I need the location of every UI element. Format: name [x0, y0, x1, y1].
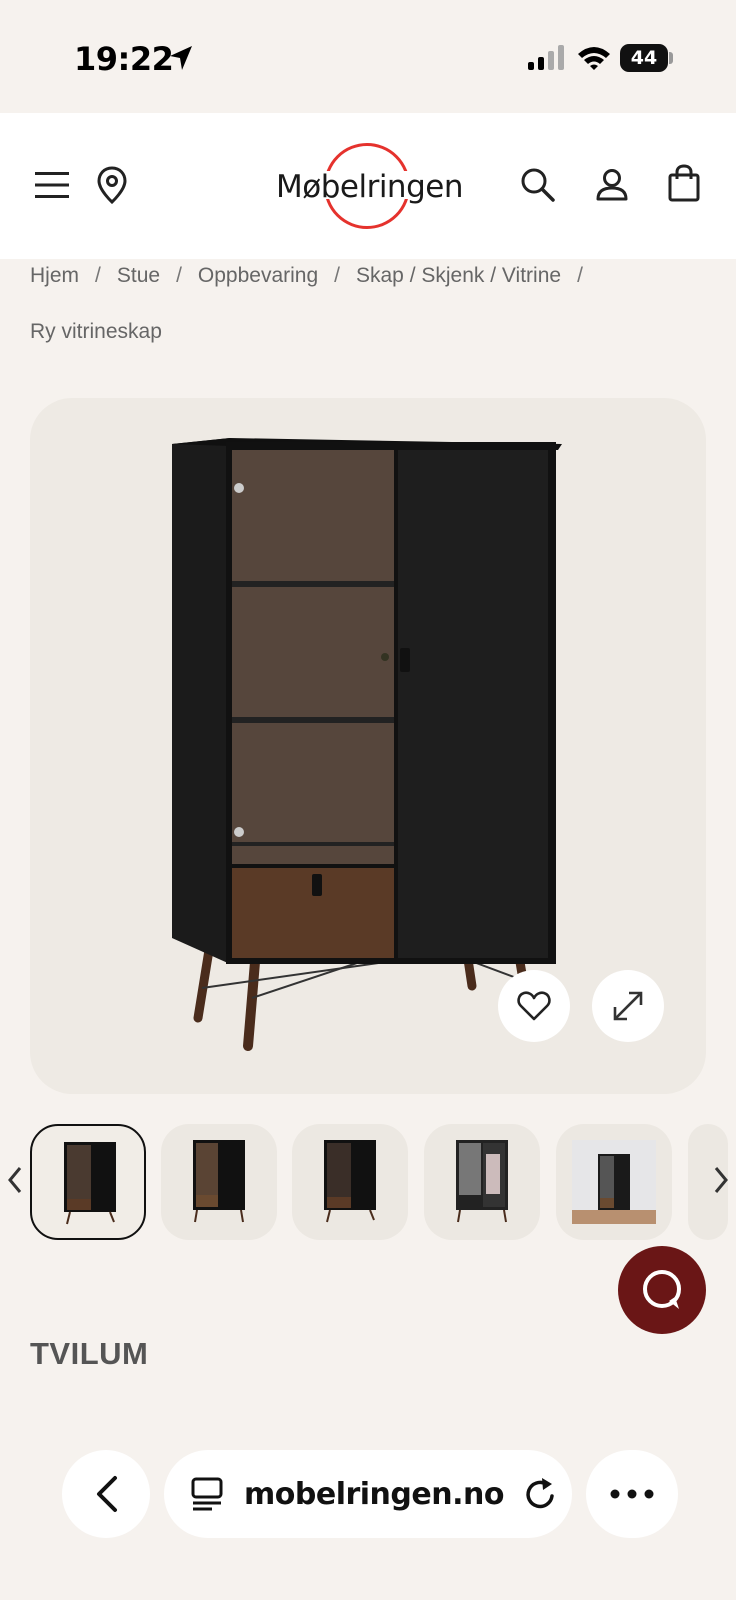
user-icon — [596, 169, 628, 201]
location-arrow-icon — [170, 46, 192, 70]
breadcrumb: Hjem / Stue / Oppbevaring / Skap / Skjen… — [30, 262, 720, 290]
product-image-gallery[interactable] — [30, 398, 706, 1094]
thumbnail-image — [64, 1142, 116, 1225]
chat-bubble-icon — [643, 1270, 681, 1309]
product-brand[interactable]: TVILUM — [30, 1336, 148, 1372]
battery-tip — [669, 52, 673, 64]
location-pin-icon — [97, 166, 127, 204]
store-locator-button[interactable] — [90, 163, 134, 207]
hamburger-menu-icon — [35, 172, 69, 198]
chevron-left-icon — [97, 1476, 117, 1512]
reload-icon[interactable] — [524, 1476, 558, 1512]
address-bar[interactable]: mobelringen.no — [164, 1450, 572, 1538]
status-time: 19:22 — [74, 40, 174, 78]
menu-button[interactable] — [30, 163, 74, 207]
favorite-button[interactable] — [498, 970, 570, 1042]
thumbnail-1[interactable] — [30, 1124, 146, 1240]
wifi-icon — [578, 47, 610, 70]
search-button[interactable] — [516, 163, 560, 207]
fullscreen-button[interactable] — [592, 970, 664, 1042]
url-text: mobelringen.no — [244, 1476, 504, 1512]
browser-more-button[interactable] — [586, 1450, 678, 1538]
carousel-prev-arrow-icon[interactable] — [6, 1164, 24, 1196]
breadcrumb-link-skap[interactable]: Skap / Skjenk / Vitrine — [356, 262, 561, 290]
search-icon — [521, 168, 555, 202]
thumbnail-4[interactable] — [424, 1124, 540, 1240]
thumbnail-image — [193, 1140, 245, 1223]
breadcrumb-link-oppbevaring[interactable]: Oppbevaring — [198, 262, 318, 290]
carousel-next-arrow-icon[interactable] — [712, 1164, 730, 1196]
thumbnail-3[interactable] — [292, 1124, 408, 1240]
site-logo[interactable]: Møbelringen — [276, 141, 463, 231]
battery-indicator: 44 — [620, 44, 668, 72]
breadcrumb-separator: / — [577, 264, 583, 287]
chat-button[interactable] — [618, 1246, 706, 1334]
shopping-bag-icon — [668, 164, 700, 202]
breadcrumb-separator: / — [334, 264, 340, 287]
status-bar: 19:22 44 — [0, 0, 736, 113]
thumbnail-image — [456, 1140, 508, 1223]
thumbnail-2[interactable] — [161, 1124, 277, 1240]
expand-icon — [613, 991, 643, 1021]
breadcrumb-separator: / — [176, 264, 182, 287]
browser-toolbar: mobelringen.no — [0, 1440, 736, 1600]
cellular-signal-icon — [528, 45, 564, 70]
thumbnail-carousel — [0, 1124, 736, 1242]
breadcrumb-current-page: Ry vitrineskap — [30, 320, 162, 343]
more-dots-icon — [610, 1489, 654, 1499]
thumbnail-image — [324, 1140, 376, 1223]
breadcrumb-separator: / — [95, 264, 101, 287]
heart-icon — [517, 991, 551, 1021]
browser-back-button[interactable] — [62, 1450, 150, 1538]
cart-button[interactable] — [662, 161, 706, 205]
breadcrumb-link-stue[interactable]: Stue — [117, 262, 160, 290]
breadcrumb-link-hjem[interactable]: Hjem — [30, 262, 79, 290]
account-button[interactable] — [590, 163, 634, 207]
thumbnail-image — [572, 1140, 656, 1224]
thumbnail-5[interactable] — [556, 1124, 672, 1240]
reader-mode-icon — [191, 1477, 223, 1511]
logo-text: Møbelringen — [276, 169, 463, 205]
